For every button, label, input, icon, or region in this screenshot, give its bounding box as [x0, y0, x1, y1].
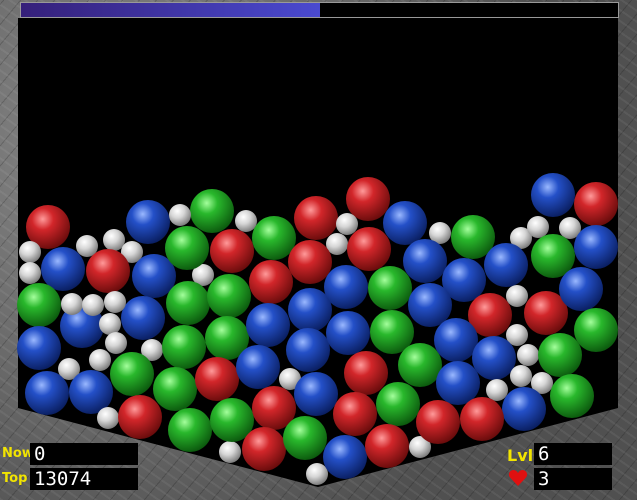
green-ball[interactable] — [153, 367, 197, 411]
blue-ball[interactable] — [25, 371, 69, 415]
red-ball[interactable] — [460, 397, 504, 441]
green-ball[interactable] — [368, 266, 412, 310]
blue-ball[interactable] — [286, 328, 330, 372]
blue-ball[interactable] — [531, 173, 575, 217]
blue-ball[interactable] — [383, 201, 427, 245]
blue-ball[interactable] — [326, 311, 370, 355]
green-ball[interactable] — [283, 416, 327, 460]
green-ball[interactable] — [110, 352, 154, 396]
level-value: 6 — [534, 443, 612, 465]
white-ball[interactable] — [104, 291, 126, 313]
red-ball[interactable] — [344, 351, 388, 395]
green-ball[interactable] — [550, 374, 594, 418]
blue-ball[interactable] — [559, 267, 603, 311]
blue-ball[interactable] — [436, 361, 480, 405]
red-ball[interactable] — [118, 395, 162, 439]
green-ball[interactable] — [168, 408, 212, 452]
blue-ball[interactable] — [484, 243, 528, 287]
green-ball[interactable] — [165, 226, 209, 270]
blue-ball[interactable] — [323, 435, 367, 479]
green-ball[interactable] — [398, 343, 442, 387]
heart-icon — [508, 470, 528, 486]
green-ball[interactable] — [190, 189, 234, 233]
white-ball[interactable] — [506, 285, 528, 307]
white-ball[interactable] — [61, 293, 83, 315]
white-ball[interactable] — [336, 213, 358, 235]
blue-ball[interactable] — [324, 265, 368, 309]
red-ball[interactable] — [346, 177, 390, 221]
top-score-label: Top — [2, 471, 28, 486]
blue-ball[interactable] — [41, 247, 85, 291]
blue-ball[interactable] — [246, 303, 290, 347]
red-ball[interactable] — [416, 400, 460, 444]
white-ball[interactable] — [527, 216, 549, 238]
white-ball[interactable] — [103, 229, 125, 251]
white-ball[interactable] — [105, 332, 127, 354]
white-ball[interactable] — [169, 204, 191, 226]
green-ball[interactable] — [376, 382, 420, 426]
white-ball[interactable] — [235, 210, 257, 232]
red-ball[interactable] — [288, 240, 332, 284]
lives-value: 3 — [534, 468, 612, 490]
ball-pit-board[interactable] — [0, 0, 637, 500]
red-ball[interactable] — [242, 427, 286, 471]
white-ball[interactable] — [97, 407, 119, 429]
white-ball[interactable] — [517, 344, 539, 366]
white-ball[interactable] — [486, 379, 508, 401]
white-ball[interactable] — [89, 349, 111, 371]
red-ball[interactable] — [365, 424, 409, 468]
blue-ball[interactable] — [408, 283, 452, 327]
blue-ball[interactable] — [17, 326, 61, 370]
level-label: Lvl — [507, 446, 534, 465]
red-ball[interactable] — [333, 392, 377, 436]
blue-ball[interactable] — [294, 372, 338, 416]
blue-ball[interactable] — [472, 336, 516, 380]
red-ball[interactable] — [210, 229, 254, 273]
red-ball[interactable] — [347, 227, 391, 271]
now-score-value: 0 — [30, 443, 138, 465]
top-score-value: 13074 — [30, 468, 138, 490]
blue-ball[interactable] — [121, 296, 165, 340]
red-ball[interactable] — [294, 196, 338, 240]
blue-ball[interactable] — [502, 387, 546, 431]
white-ball[interactable] — [19, 241, 41, 263]
green-ball[interactable] — [252, 216, 296, 260]
blue-ball[interactable] — [126, 200, 170, 244]
green-ball[interactable] — [574, 308, 618, 352]
blue-ball[interactable] — [434, 318, 478, 362]
green-ball[interactable] — [17, 283, 61, 327]
white-ball[interactable] — [219, 441, 241, 463]
blue-ball[interactable] — [236, 345, 280, 389]
red-ball[interactable] — [195, 357, 239, 401]
blue-ball[interactable] — [403, 239, 447, 283]
white-ball[interactable] — [306, 463, 328, 485]
red-ball[interactable] — [86, 249, 130, 293]
green-ball[interactable] — [538, 333, 582, 377]
white-ball[interactable] — [19, 262, 41, 284]
green-ball[interactable] — [162, 325, 206, 369]
white-ball[interactable] — [510, 365, 532, 387]
blue-ball[interactable] — [574, 225, 618, 269]
white-ball[interactable] — [99, 313, 121, 335]
green-ball[interactable] — [166, 281, 210, 325]
red-ball[interactable] — [574, 182, 618, 226]
red-ball[interactable] — [249, 260, 293, 304]
green-ball[interactable] — [207, 274, 251, 318]
white-ball[interactable] — [82, 294, 104, 316]
